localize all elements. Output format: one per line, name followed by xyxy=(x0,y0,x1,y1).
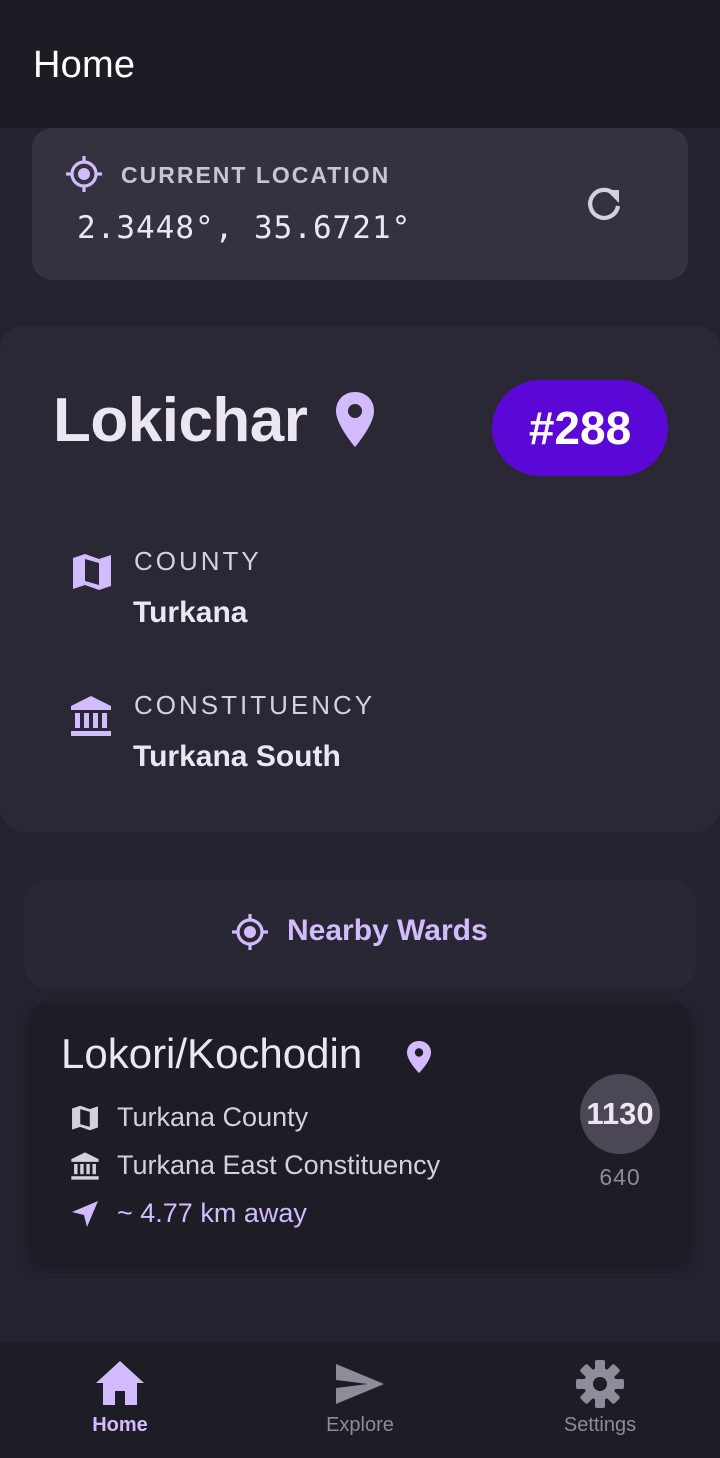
nearby-ward-distance: ~ 4.77 km away xyxy=(117,1198,307,1228)
nav-label-explore: Explore xyxy=(326,1414,394,1436)
home-icon xyxy=(96,1361,144,1405)
current-location-label: CURRENT LOCATION xyxy=(121,162,391,188)
county-value: Turkana xyxy=(133,596,248,629)
map-pin-icon xyxy=(407,1041,431,1073)
map-icon xyxy=(72,1105,98,1131)
constituency-label: CONSTITUENCY xyxy=(134,690,376,720)
nav-item-settings[interactable]: Settings xyxy=(480,1342,720,1458)
nearby-wards-label: Nearby Wards xyxy=(287,914,488,947)
nav-item-home[interactable]: Home xyxy=(0,1342,240,1458)
map-pin-icon xyxy=(336,392,374,447)
gear-icon xyxy=(576,1360,624,1408)
page-title: Home xyxy=(33,44,136,86)
government-building-icon xyxy=(71,696,111,736)
nav-label-home: Home xyxy=(92,1414,148,1436)
ward-number-badge: #288 xyxy=(492,380,668,476)
nearby-ward-constituency: Turkana East Constituency xyxy=(117,1150,441,1180)
ward-name: Lokichar xyxy=(53,386,308,455)
nav-label-settings: Settings xyxy=(563,1414,637,1436)
top-app-bar: Home xyxy=(0,0,720,128)
refresh-icon[interactable] xyxy=(582,182,626,226)
nearby-ward-county: Turkana County xyxy=(117,1102,309,1132)
map-icon xyxy=(73,554,111,590)
nearby-ward-sub-number: 640 xyxy=(599,1164,641,1190)
send-icon xyxy=(336,1364,384,1404)
app-root: Home CURRENT LOCATION 2.3448°, 35.6721° … xyxy=(0,0,720,1458)
nearby-ward-name: Lokori/Kochodin xyxy=(61,1030,363,1077)
navigation-arrow-icon xyxy=(72,1201,98,1227)
nearby-ward-number-badge: 1130 xyxy=(580,1074,660,1154)
nav-item-explore[interactable]: Explore xyxy=(240,1342,480,1458)
current-coordinates: 2.3448°, 35.6721° xyxy=(77,210,412,246)
gps-target-icon xyxy=(66,156,102,192)
constituency-value: Turkana South xyxy=(133,740,341,773)
government-building-icon xyxy=(71,1152,99,1180)
gps-target-icon xyxy=(232,914,268,950)
county-label: COUNTY xyxy=(134,546,262,576)
